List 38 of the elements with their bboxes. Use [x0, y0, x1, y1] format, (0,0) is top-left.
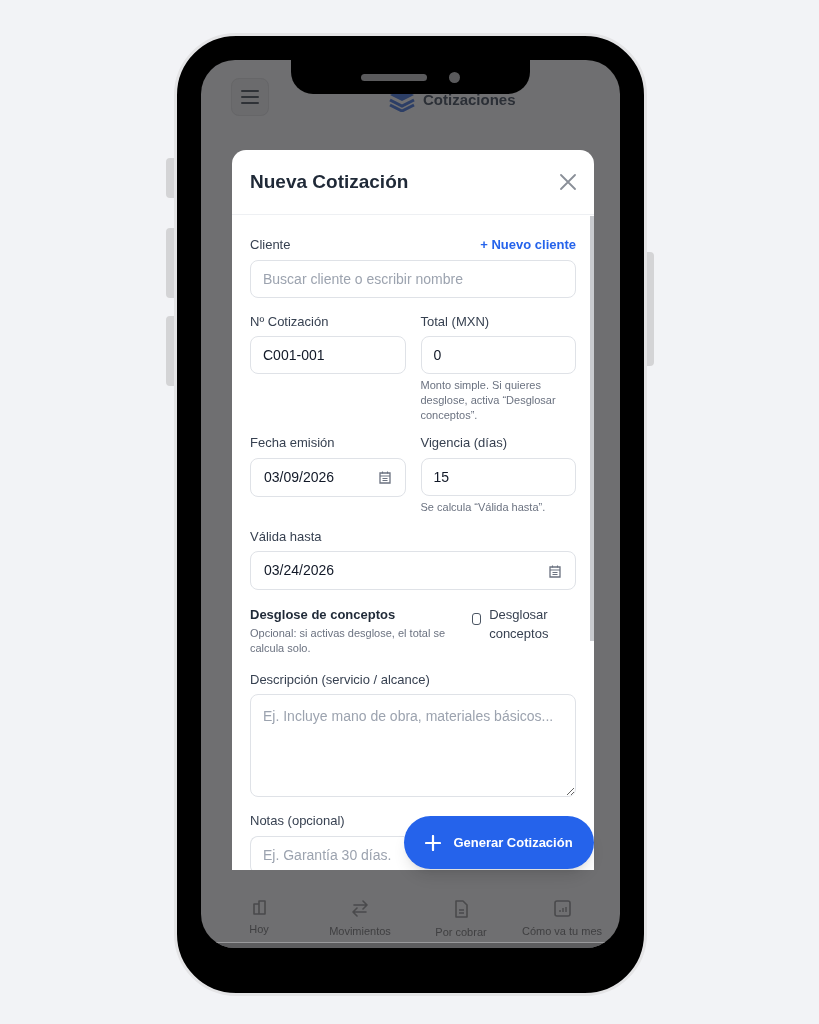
checkbox[interactable]: [472, 613, 482, 625]
plus-icon: [425, 834, 442, 851]
field-label: Cliente: [250, 236, 291, 254]
generate-quote-button[interactable]: Generar Cotización: [404, 816, 594, 869]
date-field[interactable]: 03/24/2026: [250, 551, 576, 590]
input-field[interactable]: Buscar cliente o escribir nombre: [250, 259, 576, 298]
field-label: Descripción (servicio / alcance): [250, 670, 431, 689]
document-icon: [454, 900, 468, 918]
input-field[interactable]: Ej. Garantía 30 días.: [250, 835, 404, 870]
field-label: Nº Cotización: [250, 312, 330, 331]
close-icon[interactable]: [560, 174, 576, 190]
input-field[interactable]: 0: [420, 336, 576, 374]
bar-chart-icon: [553, 900, 571, 917]
field-label: Válida hasta: [250, 527, 323, 546]
section-title: Desglose de conceptos: [250, 606, 397, 624]
input-field[interactable]: 15: [420, 457, 576, 496]
buildings-icon: [252, 900, 266, 915]
checkbox-label[interactable]: Desglosar conceptos: [489, 605, 576, 643]
speaker-grille: [361, 73, 427, 81]
text-area[interactable]: Ej. Incluye mano de obra, materiales básicos...: [250, 694, 576, 797]
app-title: Cotizaciones: [423, 89, 516, 110]
menu-button[interactable]: [231, 78, 269, 116]
field-label: Vigencia (días): [420, 434, 508, 452]
helper-text: Monto simple. Si quieres desglose, activa “Desglosar conceptos”.: [420, 378, 557, 423]
input-field[interactable]: C001-001: [250, 336, 406, 374]
calendar-icon[interactable]: [377, 470, 392, 484]
calendar-icon[interactable]: [548, 563, 562, 578]
modal-title: Nueva Cotización: [250, 169, 409, 194]
field-label: Total (MXN): [420, 312, 491, 331]
field-label: Fecha emisión: [250, 434, 336, 452]
scrollbar-thumb[interactable]: [590, 216, 594, 641]
new-client-link[interactable]: + Nuevo cliente: [480, 235, 576, 255]
date-field[interactable]: 03/09/2026: [250, 457, 406, 497]
swap-arrows-icon: [352, 900, 368, 917]
helper-text: Opcional: si activas desglose, el total se calcula solo.: [250, 625, 447, 656]
field-label: Notas (opcional): [250, 812, 346, 830]
menu-icon: [241, 90, 259, 104]
helper-text: Se calcula “Válida hasta”.: [420, 499, 547, 515]
